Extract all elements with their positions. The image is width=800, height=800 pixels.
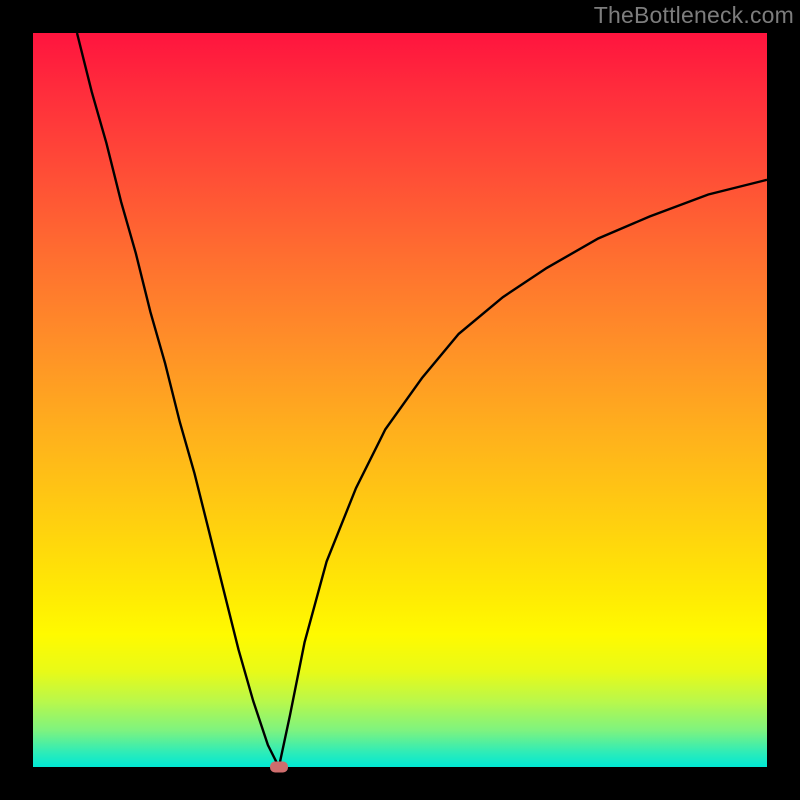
watermark-text: TheBottleneck.com bbox=[594, 2, 794, 29]
minimum-marker bbox=[270, 762, 288, 773]
chart-frame: TheBottleneck.com bbox=[0, 0, 800, 800]
curve-svg bbox=[33, 33, 767, 767]
curve-right bbox=[279, 180, 767, 767]
plot-area bbox=[33, 33, 767, 767]
curve-left bbox=[77, 33, 279, 767]
